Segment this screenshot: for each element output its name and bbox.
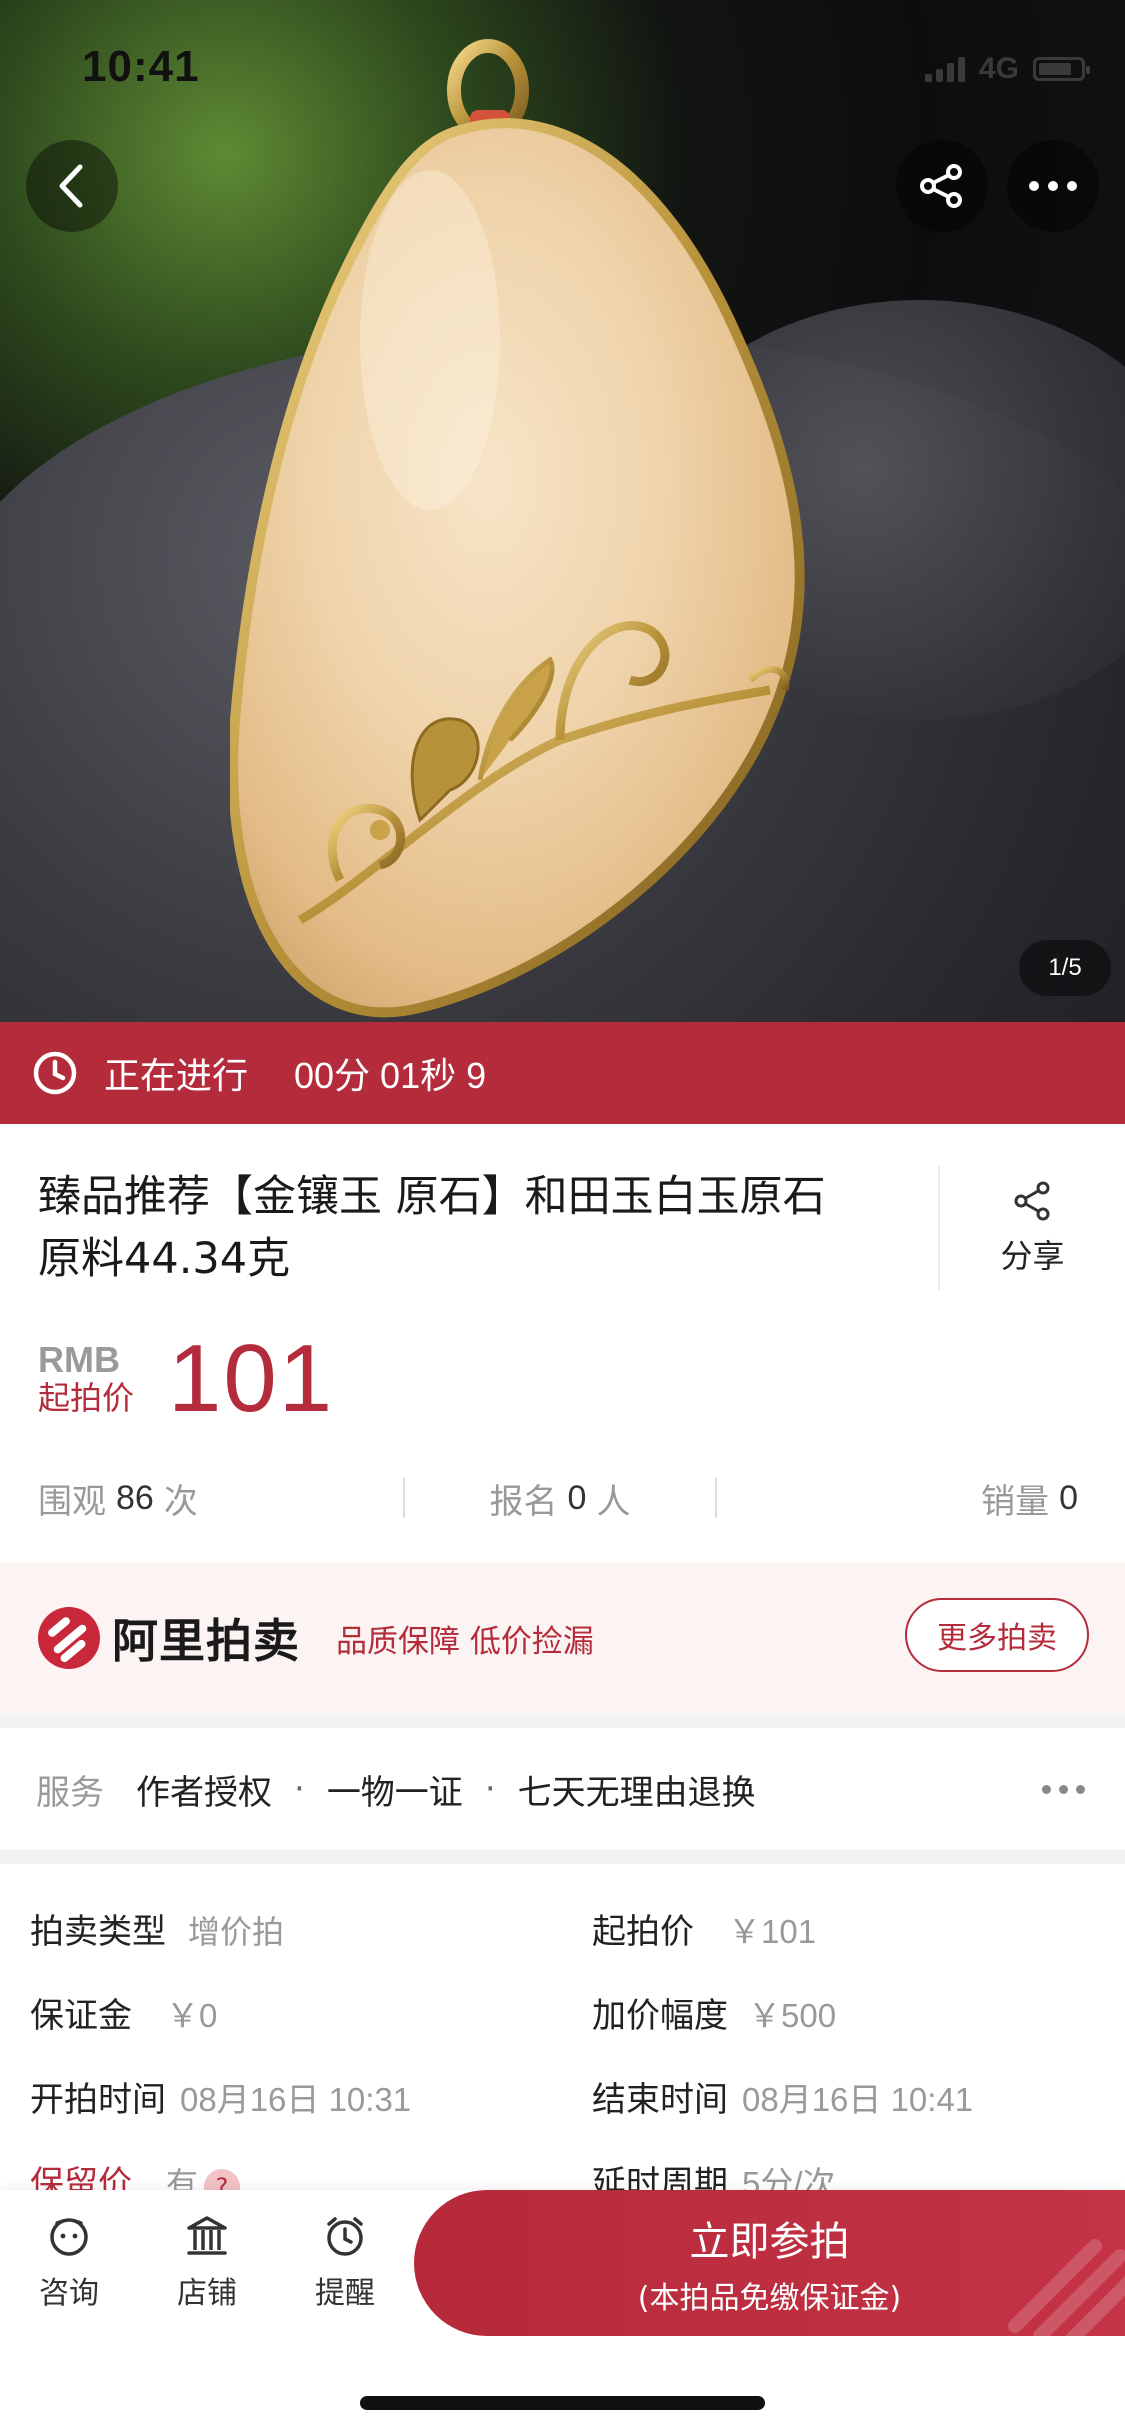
info-auction-type: 拍卖类型 增价拍 <box>30 1904 284 1953</box>
shop-icon <box>187 2216 227 2255</box>
product-image-carousel[interactable]: 10:41 4G 1/5 <box>0 0 1125 1022</box>
auction-status-bar: 正在进行 00分 01秒 9 <box>0 1022 1125 1124</box>
remind-tab[interactable]: 提醒 <box>290 2212 400 2312</box>
views-unit: 次 <box>163 1481 198 1522</box>
share-icon <box>1014 1181 1049 1221</box>
views-label: 围观 <box>38 1481 106 1522</box>
remind-label: 提醒 <box>315 2276 375 2311</box>
separator-dot: · <box>294 1769 305 1809</box>
info-value: 5分/次 <box>742 2165 836 2190</box>
info-value: ￥101 <box>728 1913 817 1950</box>
info-increment: 加价幅度 ￥500 <box>592 1988 836 2037</box>
info-label: 结束时间 <box>592 2080 728 2120</box>
price-row: RMB 起拍价 101 <box>38 1324 334 1434</box>
start-price-label: 起拍价 <box>38 1379 135 1417</box>
separator-dot: · <box>484 1769 496 1809</box>
info-value: 08月16日 10:31 <box>180 2081 412 2118</box>
info-start-price: 起拍价 ￥101 <box>592 1904 816 1953</box>
bid-now-title: 立即参拍 <box>689 2219 850 2265</box>
views-count: 86 <box>116 1478 154 1517</box>
info-label: 拍卖类型 <box>30 1912 166 1952</box>
product-info-card: 臻品推荐【金镶玉 原石】和田玉白玉原石 原料44.34克 分享 RMB 起拍价 … <box>0 1124 1125 1562</box>
back-button[interactable] <box>26 140 118 232</box>
service-item: 一物一证 <box>326 1772 463 1813</box>
chat-bubble-icon <box>50 2218 88 2256</box>
share-label: 分享 <box>1000 1237 1065 1275</box>
info-reserve-price[interactable]: 保留价 有 ? <box>30 2156 241 2190</box>
jade-pendant-image <box>230 39 805 1018</box>
signup-unit: 人 <box>596 1481 631 1522</box>
service-row[interactable]: 服务 作者授权 · 一物一证 · 七天无理由退换 <box>0 1714 1125 1850</box>
signup-count: 0 <box>567 1478 587 1517</box>
bid-now-button[interactable]: 立即参拍 (本拍品免缴保证金) <box>414 2190 1125 2336</box>
info-delay-period: 延时周期 5分/次 <box>592 2156 836 2190</box>
sales-count: 0 <box>1059 1478 1078 1517</box>
decorative-logo-icon <box>1008 2239 1125 2336</box>
share-icon <box>920 164 962 208</box>
clock-icon <box>33 1051 77 1095</box>
info-label: 保证金 <box>30 1996 132 2036</box>
chevron-left-icon <box>59 164 83 208</box>
info-value: 有 <box>166 2165 199 2190</box>
more-options-button[interactable] <box>1007 140 1099 232</box>
ali-brand-name: 阿里拍卖 <box>112 1614 300 1668</box>
status-time: 10:41 <box>82 42 200 91</box>
stats-row: 围观 86 次 报名 0 人 销量 0 <box>38 1470 1088 1526</box>
service-item: 作者授权 <box>136 1772 272 1813</box>
image-counter: 1/5 <box>1019 940 1111 996</box>
shop-label: 店铺 <box>177 2276 237 2311</box>
sales-label: 销量 <box>981 1481 1050 1522</box>
shop-tab[interactable]: 店铺 <box>152 2212 262 2312</box>
service-label: 服务 <box>36 1772 104 1813</box>
more-icon <box>1029 181 1077 191</box>
share-action[interactable]: 分享 <box>938 1166 1125 1290</box>
service-item: 七天无理由退换 <box>517 1772 756 1813</box>
countdown-timer: 00分 01秒 9 <box>294 1055 487 1096</box>
signup-label: 报名 <box>489 1481 558 1522</box>
info-value: 增价拍 <box>188 1913 285 1951</box>
consult-label: 咨询 <box>39 2276 99 2311</box>
auction-status: 正在进行 <box>104 1056 249 1097</box>
status-indicators: 4G <box>924 52 1090 86</box>
info-deposit: 保证金 ￥0 <box>30 1988 217 2037</box>
network-label: 4G <box>978 52 1019 85</box>
signal-icon <box>924 56 965 82</box>
ali-auction-logo-icon <box>38 1607 100 1669</box>
info-start-time: 开拍时间 08月16日 10:31 <box>30 2072 411 2121</box>
start-price: 101 <box>168 1325 335 1432</box>
info-label: 保留价 <box>30 2164 132 2190</box>
product-title: 臻品推荐【金镶玉 原石】和田玉白玉原石 原料44.34克 <box>38 1172 826 1284</box>
info-value: 08月16日 10:41 <box>742 2081 974 2118</box>
info-label: 起拍价 <box>592 1912 694 1952</box>
bid-now-subtitle: (本拍品免缴保证金) <box>637 2281 902 2316</box>
info-value: ￥0 <box>166 1997 218 2034</box>
info-value: ￥500 <box>748 1997 837 2034</box>
info-label: 加价幅度 <box>592 1996 728 2036</box>
more-icon[interactable] <box>1042 1784 1085 1794</box>
info-end-time: 结束时间 08月16日 10:41 <box>592 2072 973 2121</box>
help-icon[interactable]: ? <box>204 2169 241 2190</box>
consult-tab[interactable]: 咨询 <box>14 2212 124 2312</box>
more-auctions-button[interactable]: 更多拍卖 <box>905 1598 1089 1672</box>
info-label: 延时周期 <box>592 2164 728 2190</box>
currency-label: RMB <box>38 1339 120 1380</box>
auction-info-section: 拍卖类型 增价拍 起拍价 ￥101 保证金 ￥0 加价幅度 ￥500 开拍时间 … <box>0 1850 1125 2190</box>
home-indicator[interactable] <box>360 2396 765 2410</box>
info-label: 开拍时间 <box>30 2080 166 2120</box>
ali-auction-banner: 阿里拍卖 品质保障 低价捡漏 更多拍卖 <box>0 1562 1125 1714</box>
ali-slogan: 品质保障 低价捡漏 <box>336 1623 594 1660</box>
share-button[interactable] <box>896 140 988 232</box>
alarm-clock-icon <box>327 2217 363 2256</box>
battery-icon <box>1033 57 1090 81</box>
